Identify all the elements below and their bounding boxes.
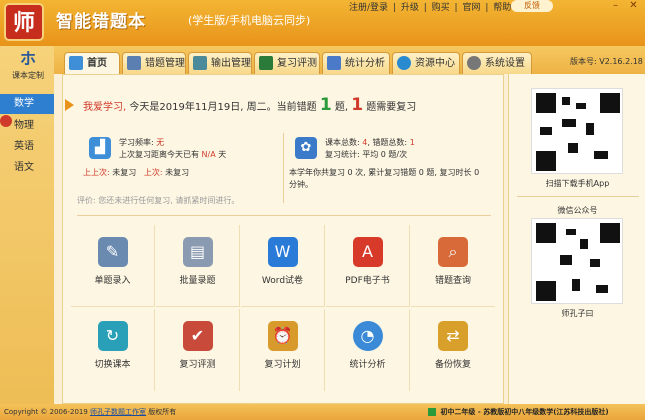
tab-review-test[interactable]: 复习评测	[254, 52, 320, 74]
subject-math[interactable]: 数学	[0, 94, 54, 114]
divider	[517, 196, 639, 197]
app-qr-code[interactable]	[531, 88, 623, 174]
title-bar: 师 智能错题本 (学生版/手机电脑云同步) 注册/登录 | 升级 | 购买 | …	[0, 0, 645, 46]
statistics-icon	[327, 56, 341, 70]
subject-english[interactable]: 英语	[0, 137, 54, 157]
pencil-icon: ✎	[97, 237, 128, 267]
tab-output[interactable]: 输出管理	[188, 52, 252, 74]
pie-chart-icon: ◔	[352, 321, 383, 351]
word-icon: W	[267, 237, 298, 267]
textbook-icon: ホ	[19, 49, 36, 68]
menu-help[interactable]: 帮助	[493, 3, 511, 13]
resources-icon	[397, 56, 411, 70]
word-paper-button[interactable]: W Word试卷	[241, 225, 325, 307]
home-icon	[69, 56, 83, 70]
backup-icon: ⇄	[438, 321, 468, 351]
statistics-button[interactable]: ◔ 统计分析	[326, 309, 410, 391]
tab-wrong-questions[interactable]: 错题管理	[122, 52, 186, 74]
status-bar: Copyright © 2006-2019 师孔子数题工作室 版权所有 初中二年…	[0, 404, 645, 420]
evaluation-tip: 评价: 您还未进行任何复习, 请抓紧时间进行。	[77, 196, 240, 205]
minimize-button[interactable]: –	[608, 0, 623, 12]
divider	[77, 215, 491, 216]
wrong-questions-icon	[127, 56, 141, 70]
switch-textbook-button[interactable]: ↻ 切换课本	[71, 309, 155, 391]
textbook-custom-label: 课本定制	[12, 71, 44, 80]
feedback-button[interactable]: 反馈	[511, 0, 553, 12]
tab-settings[interactable]: 系统设置	[462, 52, 532, 74]
gear-icon	[467, 56, 481, 70]
book-icon	[428, 408, 436, 416]
chart-icon: ▟	[89, 137, 111, 159]
studio-link[interactable]: 师孔子数题工作室	[90, 408, 146, 416]
refresh-icon: ↻	[97, 321, 128, 351]
tab-resources[interactable]: 资源中心	[392, 52, 460, 74]
wechat-name: 师孔子曰	[561, 309, 594, 318]
output-icon	[193, 56, 207, 70]
review-test-icon	[259, 56, 273, 70]
app-subtitle: (学生版/手机电脑云同步)	[188, 14, 311, 27]
app-qr-caption: 扫描下载手机App	[545, 179, 610, 188]
menu-website[interactable]: 官网	[462, 3, 480, 13]
version-label: 版本号: V2.16.2.18	[570, 57, 643, 66]
close-button[interactable]: ✕	[626, 0, 641, 12]
review-count: 1	[351, 95, 364, 115]
tab-bar: 首页 错题管理 输出管理 复习评测 统计分析 资源中心 系统设置	[54, 46, 645, 75]
pdf-icon: A	[352, 237, 383, 267]
totals-info: ✿ 课本总数: 4, 错题总数: 1 复习统计: 平均 0 题/次 本学年你共复…	[289, 137, 495, 207]
app-title: 智能错题本	[56, 12, 146, 32]
review-test-button[interactable]: ✔ 复习评测	[156, 309, 240, 391]
top-menu: 注册/登录 | 升级 | 购买 | 官网 | 帮助	[349, 3, 512, 13]
subject-chinese[interactable]: 语文	[0, 158, 54, 178]
wrong-count: 1	[319, 95, 332, 115]
current-textbook-status[interactable]: 初中二年级 - 苏教版初中八年级数学(江苏科技出版社)	[428, 406, 609, 418]
tab-home[interactable]: 首页	[64, 52, 120, 75]
notification-dot	[0, 115, 12, 127]
wrong-query-button[interactable]: ⌕ 错题查询	[411, 225, 495, 307]
pdf-ebook-button[interactable]: A PDF电子书	[326, 225, 410, 307]
subject-sidebar: ホ 课本定制 数学 物理 英语 语文	[0, 46, 54, 404]
copyright: Copyright © 2006-2019 师孔子数题工作室 版权所有	[4, 408, 177, 416]
menu-buy[interactable]: 购买	[432, 3, 450, 13]
home-panel: 我爱学习, 今天是2019年11月19日, 周二。当前错题 1 题, 1 题需要…	[62, 74, 504, 404]
wechat-qr-code[interactable]	[531, 218, 623, 304]
batch-entry-button[interactable]: ▤ 批量录题	[156, 225, 240, 307]
textbook-custom-button[interactable]: ホ 课本定制	[8, 48, 48, 88]
backup-restore-button[interactable]: ⇄ 备份恢复	[411, 309, 495, 391]
tab-statistics[interactable]: 统计分析	[322, 52, 390, 74]
search-icon: ⌕	[438, 237, 468, 267]
app-logo: 师	[4, 3, 44, 41]
single-entry-button[interactable]: ✎ 单题录入	[71, 225, 155, 307]
alarm-clock-icon: ⏰	[267, 321, 298, 351]
review-plan-button[interactable]: ⏰ 复习计划	[241, 309, 325, 391]
action-grid: ✎ 单题录入 ▤ 批量录题 W Word试卷 A PDF电子书 ⌕ 错题查询 ↻…	[71, 225, 497, 395]
totals-icon: ✿	[295, 137, 317, 159]
greeting: 我爱学习, 今天是2019年11月19日, 周二。当前错题 1 题, 1 题需要…	[83, 95, 417, 115]
arrow-icon	[65, 99, 74, 111]
right-panel: 扫描下载手机App 微信公众号 师孔子曰	[508, 74, 645, 404]
wechat-title: 微信公众号	[557, 206, 598, 215]
divider	[283, 133, 284, 203]
year-summary: 本学年你共复习 0 次, 累计复习错题 0 题, 复习时长 0 分钟。	[289, 168, 480, 189]
batch-icon: ▤	[182, 237, 213, 267]
menu-login[interactable]: 注册/登录	[349, 3, 388, 13]
checklist-icon: ✔	[182, 321, 213, 351]
menu-upgrade[interactable]: 升级	[401, 3, 419, 13]
